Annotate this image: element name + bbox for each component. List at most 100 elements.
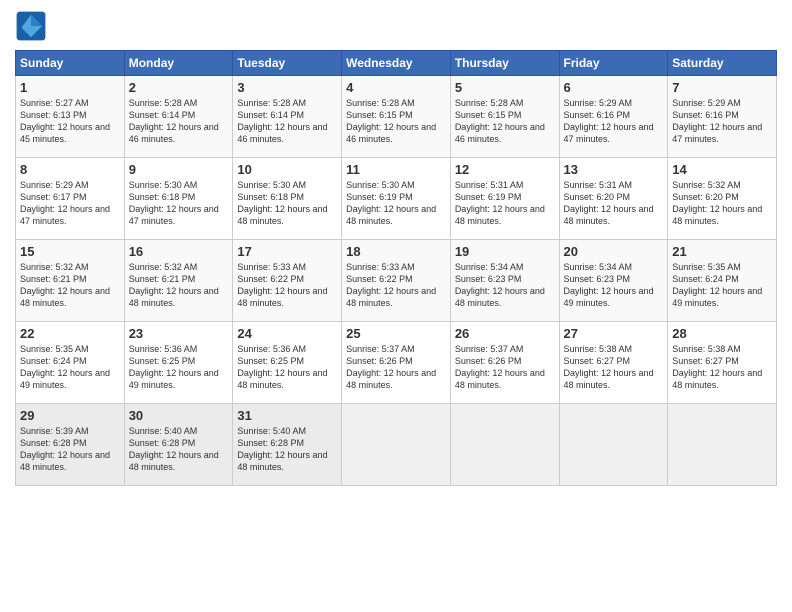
day-number: 17 bbox=[237, 244, 337, 259]
day-number: 24 bbox=[237, 326, 337, 341]
day-number: 2 bbox=[129, 80, 229, 95]
day-number: 27 bbox=[564, 326, 664, 341]
day-number: 13 bbox=[564, 162, 664, 177]
day-info: Sunrise: 5:34 AM Sunset: 6:23 PM Dayligh… bbox=[455, 261, 555, 310]
calendar-cell bbox=[559, 404, 668, 486]
day-info: Sunrise: 5:30 AM Sunset: 6:18 PM Dayligh… bbox=[129, 179, 229, 228]
day-number: 18 bbox=[346, 244, 446, 259]
day-number: 28 bbox=[672, 326, 772, 341]
calendar-cell bbox=[342, 404, 451, 486]
day-info: Sunrise: 5:30 AM Sunset: 6:19 PM Dayligh… bbox=[346, 179, 446, 228]
day-header-friday: Friday bbox=[559, 51, 668, 76]
calendar-cell: 9 Sunrise: 5:30 AM Sunset: 6:18 PM Dayli… bbox=[124, 158, 233, 240]
calendar-cell: 15 Sunrise: 5:32 AM Sunset: 6:21 PM Dayl… bbox=[16, 240, 125, 322]
day-info: Sunrise: 5:38 AM Sunset: 6:27 PM Dayligh… bbox=[672, 343, 772, 392]
calendar-cell: 19 Sunrise: 5:34 AM Sunset: 6:23 PM Dayl… bbox=[450, 240, 559, 322]
day-info: Sunrise: 5:29 AM Sunset: 6:17 PM Dayligh… bbox=[20, 179, 120, 228]
day-info: Sunrise: 5:39 AM Sunset: 6:28 PM Dayligh… bbox=[20, 425, 120, 474]
calendar-week-1: 1 Sunrise: 5:27 AM Sunset: 6:13 PM Dayli… bbox=[16, 76, 777, 158]
day-header-tuesday: Tuesday bbox=[233, 51, 342, 76]
day-number: 10 bbox=[237, 162, 337, 177]
calendar-week-4: 22 Sunrise: 5:35 AM Sunset: 6:24 PM Dayl… bbox=[16, 322, 777, 404]
day-header-saturday: Saturday bbox=[668, 51, 777, 76]
day-info: Sunrise: 5:30 AM Sunset: 6:18 PM Dayligh… bbox=[237, 179, 337, 228]
calendar-cell: 22 Sunrise: 5:35 AM Sunset: 6:24 PM Dayl… bbox=[16, 322, 125, 404]
day-number: 12 bbox=[455, 162, 555, 177]
day-header-wednesday: Wednesday bbox=[342, 51, 451, 76]
day-number: 19 bbox=[455, 244, 555, 259]
page-container: SundayMondayTuesdayWednesdayThursdayFrid… bbox=[0, 0, 792, 496]
calendar-cell: 11 Sunrise: 5:30 AM Sunset: 6:19 PM Dayl… bbox=[342, 158, 451, 240]
calendar-cell: 27 Sunrise: 5:38 AM Sunset: 6:27 PM Dayl… bbox=[559, 322, 668, 404]
header bbox=[15, 10, 777, 42]
calendar-week-2: 8 Sunrise: 5:29 AM Sunset: 6:17 PM Dayli… bbox=[16, 158, 777, 240]
day-info: Sunrise: 5:40 AM Sunset: 6:28 PM Dayligh… bbox=[129, 425, 229, 474]
day-number: 29 bbox=[20, 408, 120, 423]
calendar-cell: 31 Sunrise: 5:40 AM Sunset: 6:28 PM Dayl… bbox=[233, 404, 342, 486]
calendar-cell: 3 Sunrise: 5:28 AM Sunset: 6:14 PM Dayli… bbox=[233, 76, 342, 158]
day-info: Sunrise: 5:32 AM Sunset: 6:21 PM Dayligh… bbox=[20, 261, 120, 310]
day-number: 11 bbox=[346, 162, 446, 177]
day-number: 1 bbox=[20, 80, 120, 95]
day-number: 5 bbox=[455, 80, 555, 95]
day-info: Sunrise: 5:28 AM Sunset: 6:14 PM Dayligh… bbox=[129, 97, 229, 146]
day-info: Sunrise: 5:28 AM Sunset: 6:15 PM Dayligh… bbox=[346, 97, 446, 146]
calendar-cell: 17 Sunrise: 5:33 AM Sunset: 6:22 PM Dayl… bbox=[233, 240, 342, 322]
calendar-cell: 6 Sunrise: 5:29 AM Sunset: 6:16 PM Dayli… bbox=[559, 76, 668, 158]
calendar-cell bbox=[450, 404, 559, 486]
day-number: 20 bbox=[564, 244, 664, 259]
day-info: Sunrise: 5:29 AM Sunset: 6:16 PM Dayligh… bbox=[672, 97, 772, 146]
day-info: Sunrise: 5:38 AM Sunset: 6:27 PM Dayligh… bbox=[564, 343, 664, 392]
calendar-cell: 13 Sunrise: 5:31 AM Sunset: 6:20 PM Dayl… bbox=[559, 158, 668, 240]
calendar-cell: 26 Sunrise: 5:37 AM Sunset: 6:26 PM Dayl… bbox=[450, 322, 559, 404]
day-header-sunday: Sunday bbox=[16, 51, 125, 76]
day-number: 3 bbox=[237, 80, 337, 95]
day-info: Sunrise: 5:33 AM Sunset: 6:22 PM Dayligh… bbox=[346, 261, 446, 310]
calendar-header-row: SundayMondayTuesdayWednesdayThursdayFrid… bbox=[16, 51, 777, 76]
day-info: Sunrise: 5:35 AM Sunset: 6:24 PM Dayligh… bbox=[20, 343, 120, 392]
day-number: 14 bbox=[672, 162, 772, 177]
calendar-cell: 10 Sunrise: 5:30 AM Sunset: 6:18 PM Dayl… bbox=[233, 158, 342, 240]
calendar-cell: 8 Sunrise: 5:29 AM Sunset: 6:17 PM Dayli… bbox=[16, 158, 125, 240]
calendar-cell: 30 Sunrise: 5:40 AM Sunset: 6:28 PM Dayl… bbox=[124, 404, 233, 486]
day-number: 15 bbox=[20, 244, 120, 259]
day-info: Sunrise: 5:28 AM Sunset: 6:15 PM Dayligh… bbox=[455, 97, 555, 146]
calendar-cell: 21 Sunrise: 5:35 AM Sunset: 6:24 PM Dayl… bbox=[668, 240, 777, 322]
day-number: 26 bbox=[455, 326, 555, 341]
day-info: Sunrise: 5:34 AM Sunset: 6:23 PM Dayligh… bbox=[564, 261, 664, 310]
day-number: 16 bbox=[129, 244, 229, 259]
calendar-cell: 5 Sunrise: 5:28 AM Sunset: 6:15 PM Dayli… bbox=[450, 76, 559, 158]
calendar-cell: 18 Sunrise: 5:33 AM Sunset: 6:22 PM Dayl… bbox=[342, 240, 451, 322]
day-number: 31 bbox=[237, 408, 337, 423]
day-number: 8 bbox=[20, 162, 120, 177]
day-number: 30 bbox=[129, 408, 229, 423]
calendar-cell: 23 Sunrise: 5:36 AM Sunset: 6:25 PM Dayl… bbox=[124, 322, 233, 404]
day-info: Sunrise: 5:33 AM Sunset: 6:22 PM Dayligh… bbox=[237, 261, 337, 310]
calendar-cell: 16 Sunrise: 5:32 AM Sunset: 6:21 PM Dayl… bbox=[124, 240, 233, 322]
day-info: Sunrise: 5:29 AM Sunset: 6:16 PM Dayligh… bbox=[564, 97, 664, 146]
day-header-thursday: Thursday bbox=[450, 51, 559, 76]
day-info: Sunrise: 5:37 AM Sunset: 6:26 PM Dayligh… bbox=[455, 343, 555, 392]
day-info: Sunrise: 5:31 AM Sunset: 6:19 PM Dayligh… bbox=[455, 179, 555, 228]
calendar-cell: 7 Sunrise: 5:29 AM Sunset: 6:16 PM Dayli… bbox=[668, 76, 777, 158]
calendar-week-3: 15 Sunrise: 5:32 AM Sunset: 6:21 PM Dayl… bbox=[16, 240, 777, 322]
calendar-cell: 14 Sunrise: 5:32 AM Sunset: 6:20 PM Dayl… bbox=[668, 158, 777, 240]
calendar-cell: 20 Sunrise: 5:34 AM Sunset: 6:23 PM Dayl… bbox=[559, 240, 668, 322]
calendar-table: SundayMondayTuesdayWednesdayThursdayFrid… bbox=[15, 50, 777, 486]
day-number: 6 bbox=[564, 80, 664, 95]
day-info: Sunrise: 5:37 AM Sunset: 6:26 PM Dayligh… bbox=[346, 343, 446, 392]
day-info: Sunrise: 5:36 AM Sunset: 6:25 PM Dayligh… bbox=[237, 343, 337, 392]
day-number: 9 bbox=[129, 162, 229, 177]
day-number: 23 bbox=[129, 326, 229, 341]
day-info: Sunrise: 5:35 AM Sunset: 6:24 PM Dayligh… bbox=[672, 261, 772, 310]
day-info: Sunrise: 5:32 AM Sunset: 6:21 PM Dayligh… bbox=[129, 261, 229, 310]
day-number: 25 bbox=[346, 326, 446, 341]
calendar-cell: 4 Sunrise: 5:28 AM Sunset: 6:15 PM Dayli… bbox=[342, 76, 451, 158]
day-info: Sunrise: 5:32 AM Sunset: 6:20 PM Dayligh… bbox=[672, 179, 772, 228]
calendar-cell: 12 Sunrise: 5:31 AM Sunset: 6:19 PM Dayl… bbox=[450, 158, 559, 240]
calendar-cell: 25 Sunrise: 5:37 AM Sunset: 6:26 PM Dayl… bbox=[342, 322, 451, 404]
day-info: Sunrise: 5:28 AM Sunset: 6:14 PM Dayligh… bbox=[237, 97, 337, 146]
day-info: Sunrise: 5:31 AM Sunset: 6:20 PM Dayligh… bbox=[564, 179, 664, 228]
calendar-cell: 28 Sunrise: 5:38 AM Sunset: 6:27 PM Dayl… bbox=[668, 322, 777, 404]
calendar-week-5: 29 Sunrise: 5:39 AM Sunset: 6:28 PM Dayl… bbox=[16, 404, 777, 486]
